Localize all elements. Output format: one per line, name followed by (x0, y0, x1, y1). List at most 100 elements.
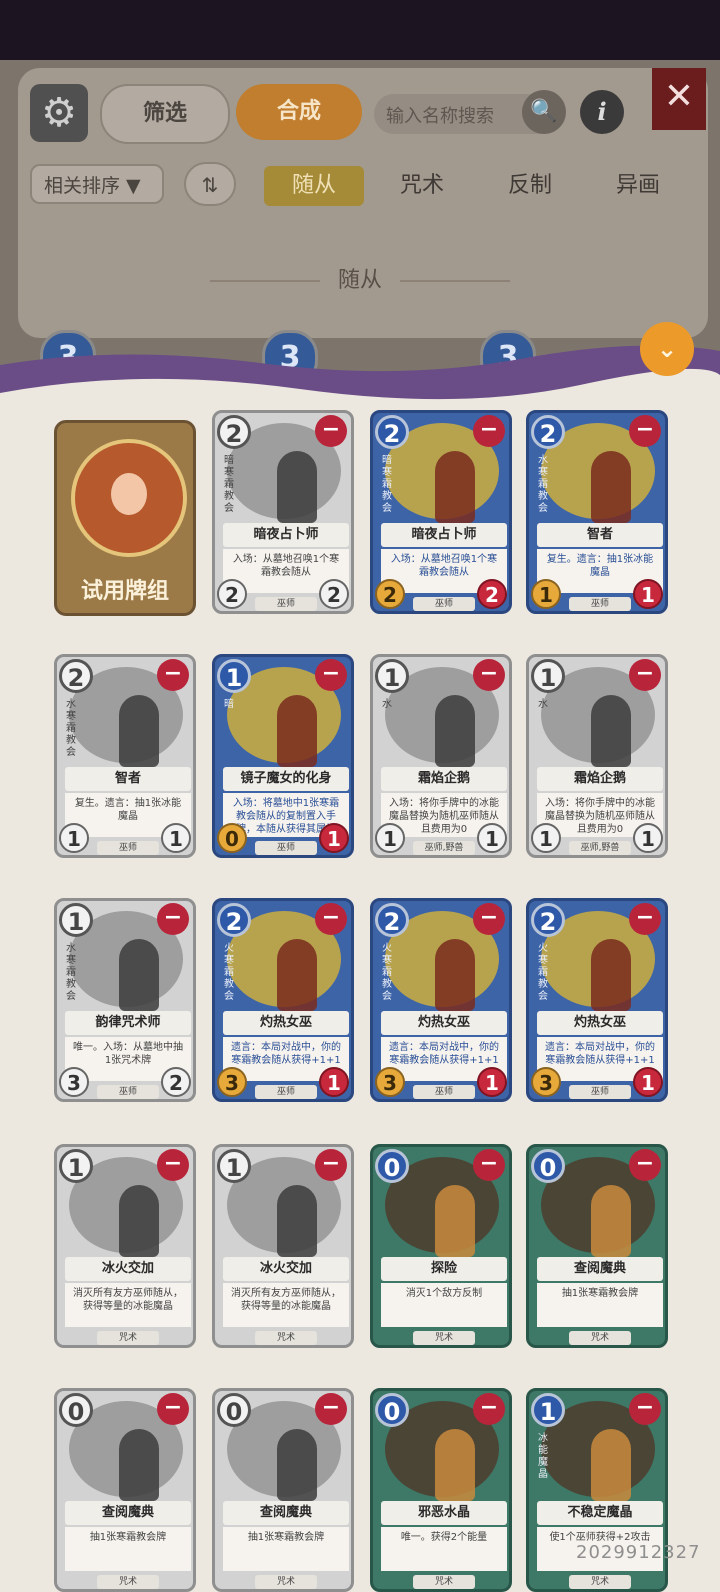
card-attack: 2 (375, 579, 405, 609)
card-faction: 火寒霜教会 (538, 943, 548, 1002)
card-name: 镜子魔女的化身 (223, 767, 349, 791)
deck-card[interactable]: 1 − 冰火交加 消灭所有友方巫师随从，获得等量的冰能魔晶 咒术 (212, 1144, 354, 1348)
card-cost: 2 (59, 659, 93, 693)
card-cost: 1 (59, 903, 93, 937)
card-cost: 1 (217, 1149, 251, 1183)
card-tribe: 巫师 (413, 597, 475, 611)
remove-card-icon[interactable]: − (315, 1393, 347, 1425)
card-health: 1 (633, 579, 663, 609)
card-faction: 暗 (224, 699, 234, 710)
deck-card[interactable]: 0 − 探险 消灭1个敌方反制 咒术 (370, 1144, 512, 1348)
card-attack: 1 (531, 823, 561, 853)
deck-card[interactable]: 2− 火寒霜教会 灼热女巫 遗言：本局对战中，你的寒霜教会随从获得+1+1 巫师 3 1 (526, 898, 668, 1102)
deck-card[interactable]: 2− 水寒霜教会 智者 复生。遗言：抽1张冰能魔晶 巫师 1 1 (526, 410, 668, 614)
deck-card[interactable]: 0 − 邪恶水晶 唯一。获得2个能量 咒术 (370, 1388, 512, 1592)
card-name: 邪恶水晶 (381, 1501, 507, 1525)
section-title: 随从 (0, 262, 720, 294)
card-health: 1 (319, 1067, 349, 1097)
remove-card-icon[interactable]: − (629, 415, 661, 447)
sort-direction-icon[interactable]: ⇅ (184, 162, 236, 206)
deck-card[interactable]: 0 − 查阅魔典 抽1张寒霜教会牌 咒术 (526, 1144, 668, 1348)
deck-card[interactable]: 2− 火寒霜教会 灼热女巫 遗言：本局对战中，你的寒霜教会随从获得+1+1 巫师 3 1 (212, 898, 354, 1102)
tab-spell[interactable]: 咒术 (372, 166, 472, 206)
remove-card-icon[interactable]: − (315, 1149, 347, 1181)
deck-card[interactable]: 2− 火寒霜教会 灼热女巫 遗言：本局对战中，你的寒霜教会随从获得+1+1 巫师 3 1 (370, 898, 512, 1102)
card-health: 1 (633, 1067, 663, 1097)
remove-card-icon[interactable]: − (473, 903, 505, 935)
deck-card[interactable]: 1− 水霜焰企鹅 入场：将你手牌中的冰能魔晶替换为随机巫师随从且费用为0 巫师,野兽 1… (526, 654, 668, 858)
deck-card[interactable]: 1− 水寒霜教会 韵律咒术师 唯一。入场：从墓地中抽1张咒术牌 巫师 3 2 (54, 898, 196, 1102)
card-health: 2 (319, 579, 349, 609)
deck-card[interactable]: 2− 暗寒霜教会 暗夜占卜师 入场：从墓地召唤1个寒霜教会随从 巫师 2 2 (212, 410, 354, 614)
card-name: 不稳定魔晶 (537, 1501, 663, 1525)
card-name: 查阅魔典 (223, 1501, 349, 1525)
remove-card-icon[interactable]: − (315, 659, 347, 691)
search-icon[interactable]: 🔍 (522, 90, 566, 134)
card-tribe: 咒术 (413, 1575, 475, 1589)
card-name: 灼热女巫 (381, 1011, 507, 1035)
deck-card[interactable]: 1− 水霜焰企鹅 入场：将你手牌中的冰能魔晶替换为随机巫师随从且费用为0 巫师,野兽 1… (370, 654, 512, 858)
tab-counter[interactable]: 反制 (480, 166, 580, 206)
card-cost: 1 (375, 659, 409, 693)
remove-card-icon[interactable]: − (629, 903, 661, 935)
card-faction: 火寒霜教会 (224, 943, 234, 1002)
gear-icon[interactable]: ⚙ (30, 84, 88, 142)
card-description: 抽1张寒霜教会牌 (537, 1283, 663, 1327)
top-status-bar (0, 0, 720, 60)
deck-card[interactable]: 1 − 冰火交加 消灭所有友方巫师随从，获得等量的冰能魔晶 咒术 (54, 1144, 196, 1348)
remove-card-icon[interactable]: − (629, 1393, 661, 1425)
remove-card-icon[interactable]: − (473, 1393, 505, 1425)
sort-dropdown[interactable]: 相关排序 ▼ (30, 164, 164, 204)
card-name: 暗夜占卜师 (223, 523, 349, 547)
deck-card[interactable]: 0 − 查阅魔典 抽1张寒霜教会牌 咒术 (54, 1388, 196, 1592)
card-faction: 水 (538, 699, 548, 710)
card-name: 查阅魔典 (65, 1501, 191, 1525)
tab-alt-art[interactable]: 异画 (588, 166, 688, 206)
remove-card-icon[interactable]: − (157, 1393, 189, 1425)
card-attack: 1 (375, 823, 405, 853)
card-name: 韵律咒术师 (65, 1011, 191, 1035)
remove-card-icon[interactable]: − (157, 1149, 189, 1181)
card-cost: 2 (375, 903, 409, 937)
close-icon[interactable]: ✕ (652, 68, 706, 130)
deck-card[interactable]: 0 − 查阅魔典 抽1张寒霜教会牌 咒术 (212, 1388, 354, 1592)
card-tribe: 巫师 (569, 1085, 631, 1099)
remove-card-icon[interactable]: − (629, 1149, 661, 1181)
card-attack: 3 (531, 1067, 561, 1097)
card-tribe: 巫师 (255, 1085, 317, 1099)
remove-card-icon[interactable]: − (157, 659, 189, 691)
info-icon[interactable]: i (580, 90, 624, 134)
remove-card-icon[interactable]: − (315, 415, 347, 447)
card-tribe: 巫师 (97, 841, 159, 855)
card-name: 智者 (65, 767, 191, 791)
card-health: 2 (477, 579, 507, 609)
deck-card[interactable]: 2− 水寒霜教会 智者 复生。遗言：抽1张冰能魔晶 巫师 1 1 (54, 654, 196, 858)
card-cost: 1 (59, 1149, 93, 1183)
collapse-icon[interactable]: ⌄ (640, 322, 694, 376)
card-tribe: 巫师 (413, 1085, 475, 1099)
deck-card[interactable]: 1− 暗镜子魔女的化身 入场：将墓地中1张寒霜教会随从的复制置入手牌，本随从获得其属… (212, 654, 354, 858)
remove-card-icon[interactable]: − (473, 1149, 505, 1181)
card-cost: 2 (217, 415, 251, 449)
card-attack: 3 (375, 1067, 405, 1097)
card-name: 灼热女巫 (223, 1011, 349, 1035)
card-faction: 火寒霜教会 (382, 943, 392, 1002)
card-faction: 水寒霜教会 (66, 699, 76, 758)
card-health: 2 (161, 1067, 191, 1097)
deck-card[interactable]: 2− 暗寒霜教会 暗夜占卜师 入场：从墓地召唤1个寒霜教会随从 巫师 2 2 (370, 410, 512, 614)
card-health: 1 (319, 823, 349, 853)
card-tribe: 咒术 (569, 1331, 631, 1345)
card-tribe: 巫师,野兽 (413, 841, 475, 855)
remove-card-icon[interactable]: − (473, 659, 505, 691)
remove-card-icon[interactable]: − (473, 415, 505, 447)
remove-card-icon[interactable]: − (629, 659, 661, 691)
card-description: 唯一。获得2个能量 (381, 1527, 507, 1571)
remove-card-icon[interactable]: − (157, 903, 189, 935)
trial-deck-button[interactable]: 试用牌组 (54, 420, 196, 616)
watermark: 2029912327 (576, 1542, 701, 1563)
filter-button[interactable]: 筛选 (100, 84, 230, 144)
tab-minion[interactable]: 随从 (264, 166, 364, 206)
card-name: 探险 (381, 1257, 507, 1281)
compose-button[interactable]: 合成 (236, 84, 362, 140)
remove-card-icon[interactable]: − (315, 903, 347, 935)
